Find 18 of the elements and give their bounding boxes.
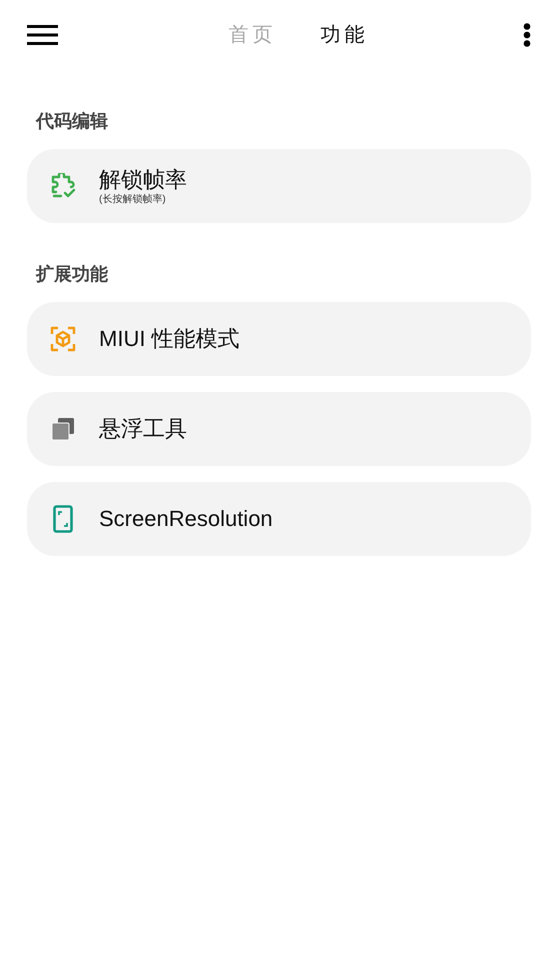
feature-card[interactable]: 解锁帧率 (长按解锁帧率) [27,149,531,223]
feature-card[interactable]: MIUI 性能模式 [27,302,531,376]
feature-label: MIUI 性能模式 [99,325,240,353]
phone-icon [53,505,73,533]
feature-label: ScreenResolution [99,505,273,533]
feature-card[interactable]: ScreenResolution [27,482,531,556]
more-options-icon[interactable] [523,23,531,47]
feature-label: 解锁帧率 [99,166,187,194]
feature-card[interactable]: 悬浮工具 [27,392,531,466]
menu-icon[interactable] [27,25,58,45]
puzzle-icon [50,173,76,199]
section-title: 代码编辑 [34,110,109,133]
stacked-squares-icon [51,417,75,441]
cube-icon [50,326,76,352]
feature-subtitle: (长按解锁帧率) [99,194,167,206]
tab[interactable]: 功能 [320,20,368,50]
feature-label: 悬浮工具 [99,415,187,443]
section-title: 扩展功能 [34,263,109,286]
